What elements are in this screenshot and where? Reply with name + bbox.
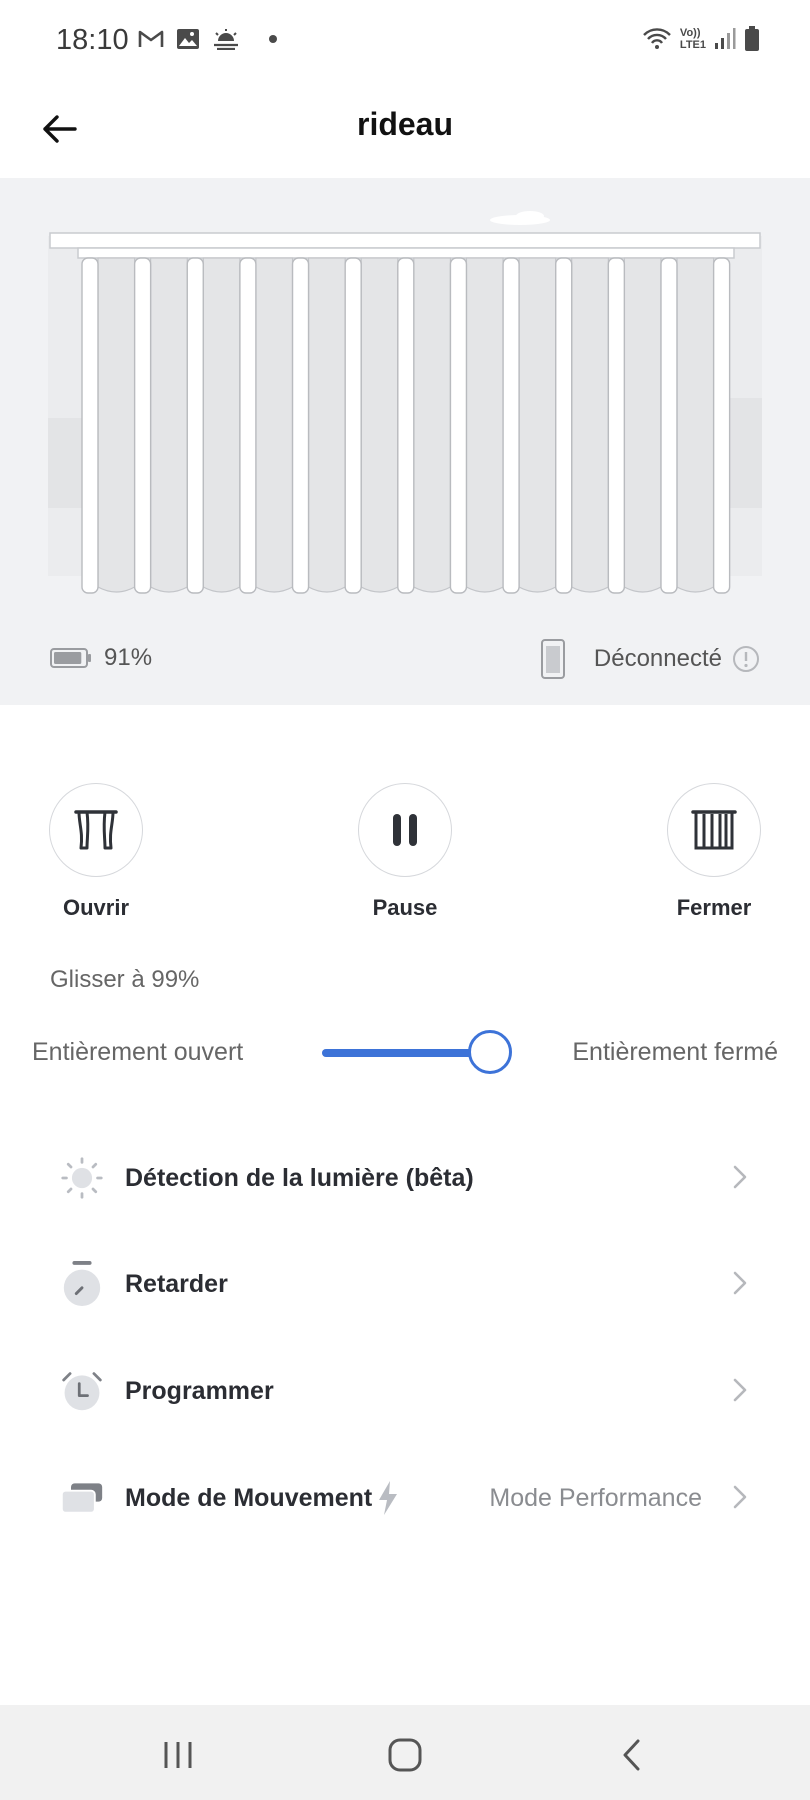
header: rideau <box>0 80 810 178</box>
curtain-pleat <box>344 257 362 594</box>
curtain-panel-fold <box>307 257 346 593</box>
curtain-pleat <box>660 257 678 594</box>
menu-item-motion-mode[interactable]: Mode de Mouvement Mode Performance <box>0 1458 810 1538</box>
chevron-right-icon <box>733 1271 747 1295</box>
menu-item-light-detection[interactable]: Détection de la lumière (bêta) <box>0 1138 810 1218</box>
position-slider[interactable] <box>322 1030 513 1074</box>
curtain-pleat <box>291 257 310 594</box>
battery-status: 91% <box>50 644 152 672</box>
close-button[interactable] <box>667 783 761 877</box>
curtain-panel-fold <box>97 257 136 593</box>
curtain-pleat <box>133 257 152 594</box>
battery-percent: 91% <box>104 644 153 671</box>
slider-thumb[interactable] <box>468 1030 513 1074</box>
status-bar: 18:10 Vo)) LTE1 <box>0 0 810 80</box>
recents-button[interactable] <box>153 1730 203 1780</box>
battery-level-icon <box>50 648 91 668</box>
volte-text-bottom: LTE1 <box>679 39 706 51</box>
open-button[interactable] <box>49 783 143 877</box>
curtain-panel-fold <box>150 257 188 593</box>
lightning-icon <box>379 1481 397 1515</box>
motion-mode-icon <box>60 1476 104 1520</box>
chevron-right-icon <box>733 1378 747 1402</box>
menu-value-motion-mode: Mode Performance <box>489 1484 702 1512</box>
curtain-pleat <box>449 257 468 594</box>
fully-closed-label: Entièrement fermé <box>572 1038 778 1066</box>
menu-label-schedule: Programmer <box>125 1377 274 1405</box>
status-icons-right: Vo)) LTE1 <box>642 26 760 52</box>
home-icon <box>388 1738 422 1772</box>
fully-open-label: Entièrement ouvert <box>32 1038 244 1066</box>
curtain-pleat <box>81 257 99 594</box>
curtain-pleat <box>186 257 204 594</box>
menu-label-delay: Retarder <box>125 1270 228 1298</box>
curtain-panel-fold <box>202 257 241 593</box>
curtain-panel-fold <box>676 257 715 593</box>
gmail-icon <box>138 30 164 47</box>
curtain-panel-fold <box>360 257 399 593</box>
pause-label: Pause <box>372 895 438 920</box>
open-control[interactable]: Ouvrir <box>26 783 166 921</box>
chevron-right-icon <box>733 1485 747 1509</box>
curtain-pleat <box>555 257 573 594</box>
nav-back-button[interactable] <box>607 1730 657 1780</box>
curtain-closed-icon <box>691 810 737 850</box>
stopwatch-icon <box>60 1261 104 1306</box>
signal-icon <box>715 28 736 49</box>
recents-icon <box>164 1742 192 1768</box>
slider-fill <box>322 1049 491 1057</box>
alarm-clock-icon <box>60 1369 104 1413</box>
weather-icon <box>214 29 238 50</box>
curtain-panel-fold <box>518 257 557 593</box>
status-icons-left <box>138 28 280 50</box>
info-icon[interactable] <box>732 645 760 673</box>
dot-icon <box>269 35 277 43</box>
phone-icon <box>540 639 565 679</box>
system-nav-bar <box>0 1705 810 1800</box>
slide-value-label: Glisser à 99% <box>50 966 200 993</box>
curtain-panel-fold <box>571 257 609 593</box>
curtain-pleat <box>397 257 415 594</box>
image-icon <box>177 29 199 49</box>
curtain-panel-fold <box>413 257 452 593</box>
pause-button[interactable] <box>358 783 452 877</box>
pause-icon <box>393 814 417 846</box>
open-label: Ouvrir <box>62 895 130 920</box>
home-button[interactable] <box>380 1730 430 1780</box>
menu-label-light-detection: Détection de la lumière (bêta) <box>125 1164 474 1192</box>
curtain-panel-fold <box>465 257 504 593</box>
chevron-right-icon <box>733 1165 747 1189</box>
curtain-panel-fold <box>623 257 662 593</box>
battery-icon <box>745 26 759 51</box>
connection-status[interactable]: Déconnecté <box>540 638 760 680</box>
menu-item-schedule[interactable]: Programmer <box>0 1351 810 1431</box>
status-time: 18:10 <box>56 24 129 56</box>
back-chevron-icon <box>623 1739 640 1771</box>
curtain-pleat <box>607 257 626 594</box>
curtain-panels <box>81 257 731 594</box>
curtain-pleat <box>239 257 257 594</box>
menu-item-delay[interactable]: Retarder <box>0 1244 810 1324</box>
close-control[interactable]: Fermer <box>644 783 784 921</box>
page-title: rideau <box>356 106 454 142</box>
curtain-panel: 91% Déconnecté <box>0 178 810 705</box>
pause-control[interactable]: Pause <box>335 783 475 921</box>
volte-icon: Vo)) LTE1 <box>680 27 706 51</box>
sun-icon <box>60 1156 104 1200</box>
curtain-open-icon <box>74 810 118 850</box>
connection-label: Déconnecté <box>593 645 722 672</box>
close-label: Fermer <box>676 895 752 920</box>
wifi-icon <box>643 28 671 49</box>
curtain-illustration <box>48 211 762 594</box>
volte-text-top: Vo)) <box>679 27 701 39</box>
menu-label-motion-mode: Mode de Mouvement <box>125 1484 373 1512</box>
curtain-pleat <box>502 257 520 594</box>
position-slider-row: Entièrement ouvert Entièrement fermé <box>0 1030 810 1074</box>
curtain-panel-fold <box>255 257 294 593</box>
curtain-pleat <box>712 257 731 594</box>
